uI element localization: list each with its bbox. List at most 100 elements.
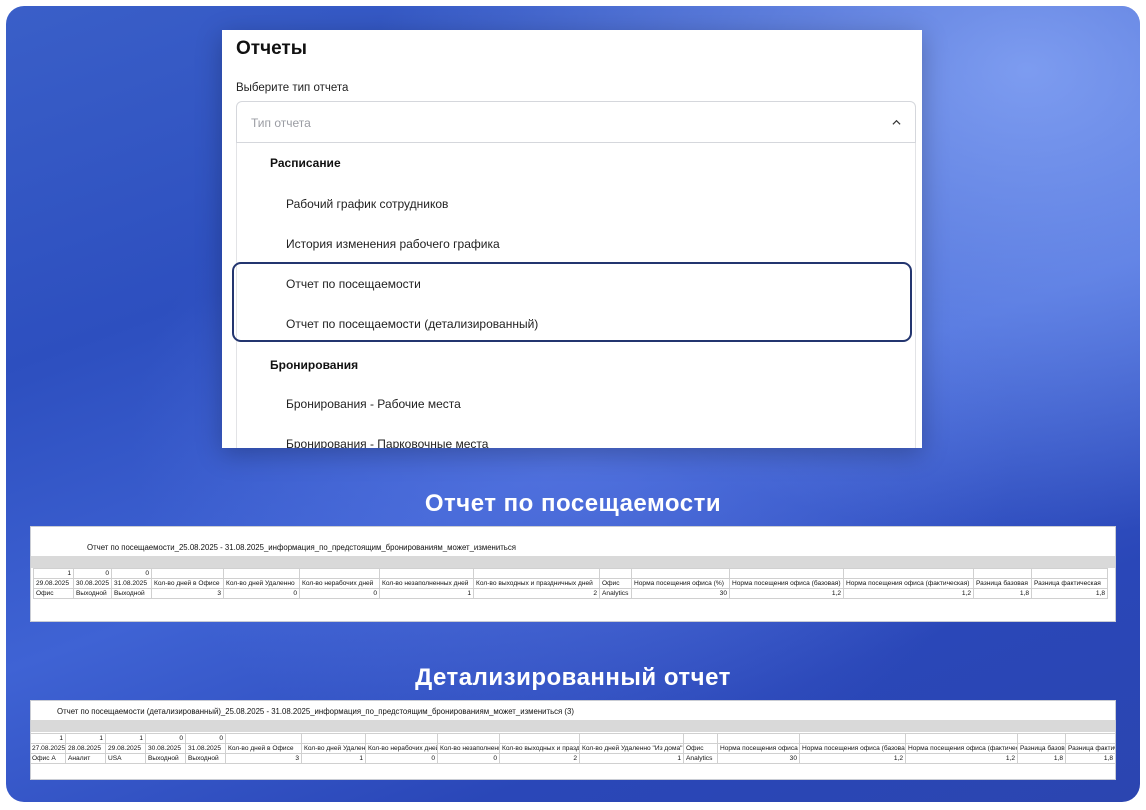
report-type-select[interactable]: Тип отчета — [236, 101, 916, 143]
option-schedule-history[interactable]: История изменения рабочего графика — [286, 237, 500, 251]
table-cell: 1 — [65, 733, 106, 744]
table-cell: 30 — [717, 753, 800, 764]
table-header-cell: Норма посещения офиса (фактическая) — [843, 578, 974, 589]
table-cell: 0 — [365, 753, 438, 764]
detailed-table: 1 1 1 0 0 27.08.2025 28.08.2025 29.08.20… — [31, 733, 1115, 764]
table-cell: 2 — [473, 588, 600, 599]
table-header-cell: Норма посещения офиса (базовая) — [729, 578, 844, 589]
table-header-cell: Кол-во дней в Офисе — [225, 743, 302, 754]
table-cell — [225, 733, 302, 744]
table-cell: 30 — [631, 588, 730, 599]
table-cell: 1 — [379, 588, 474, 599]
table-cell: 1,8 — [1017, 753, 1066, 764]
table-cell: 1,8 — [1065, 753, 1115, 764]
attendance-sheet: Отчет по посещаемости_25.08.2025 - 31.08… — [30, 526, 1116, 622]
table-row: Офис Выходной Выходной 3 0 0 1 2 Analyti… — [33, 588, 1108, 599]
table-header-cell: Кол-во незаполненных дней — [379, 578, 474, 589]
table-cell — [499, 733, 580, 744]
table-header-cell: 30.08.2025 — [145, 743, 186, 754]
table-cell — [973, 568, 1032, 579]
reports-panel: Отчеты Выберите тип отчета Тип отчета Ра… — [222, 30, 922, 448]
attendance-heading: Отчет по посещаемости — [424, 490, 722, 517]
table-header-cell: Кол-во выходных и праздничных дней — [499, 743, 580, 754]
table-header-cell: Разница базовая — [973, 578, 1032, 589]
table-cell — [1017, 733, 1066, 744]
table-header-cell: Норма посещения офиса (фактическая) — [905, 743, 1018, 754]
table-cell: 1,8 — [973, 588, 1032, 599]
select-placeholder: Тип отчета — [251, 116, 311, 130]
table-header-cell: Разница фактическая — [1031, 578, 1108, 589]
table-header-cell: Офис — [599, 578, 632, 589]
attendance-options-highlight — [232, 262, 912, 342]
table-cell: 1,2 — [729, 588, 844, 599]
table-header-cell: Кол-во незаполненных дней — [437, 743, 500, 754]
table-header-cell: Разница фактическая — [1065, 743, 1115, 754]
table-header-cell: Кол-во выходных и праздничных дней — [473, 578, 600, 589]
table-header-cell: Норма посещения офиса (базовая) — [799, 743, 906, 754]
table-cell: 1,2 — [843, 588, 974, 599]
table-header-cell: 27.08.2025 — [31, 743, 66, 754]
table-row: 1 0 0 — [33, 568, 1108, 579]
table-header-cell: 31.08.2025 — [185, 743, 226, 754]
table-cell — [473, 568, 600, 579]
sheet-header-band — [31, 720, 1115, 732]
table-cell — [437, 733, 500, 744]
table-cell — [631, 568, 730, 579]
table-cell: Аналит — [65, 753, 106, 764]
table-cell: 1 — [301, 753, 366, 764]
table-cell: 2 — [499, 753, 580, 764]
table-cell: 1,2 — [799, 753, 906, 764]
table-cell — [299, 568, 380, 579]
table-cell — [365, 733, 438, 744]
table-cell: Офис — [33, 588, 74, 599]
table-cell: 1 — [33, 568, 74, 579]
table-cell — [301, 733, 366, 744]
page-title: Отчеты — [236, 38, 307, 59]
table-header-cell: 30.08.2025 — [73, 578, 112, 589]
table-header-cell: 28.08.2025 — [65, 743, 106, 754]
table-cell: 3 — [151, 588, 224, 599]
group-label-bookings: Бронирования — [270, 358, 359, 372]
sheet-title: Отчет по посещаемости (детализированный)… — [57, 707, 574, 716]
table-cell — [683, 733, 718, 744]
table-header-cell: Кол-во нерабочих дней — [299, 578, 380, 589]
table-header-cell: Разница базовая — [1017, 743, 1066, 754]
table-cell: USA — [105, 753, 146, 764]
table-cell — [905, 733, 1018, 744]
table-cell — [799, 733, 906, 744]
table-header-cell: Норма посещения офиса (%) — [631, 578, 730, 589]
table-header-cell: Кол-во дней Удаленно — [301, 743, 366, 754]
report-type-label: Выберите тип отчета — [236, 82, 349, 94]
table-cell — [729, 568, 844, 579]
table-header-cell: Офис — [683, 743, 718, 754]
table-cell: Выходной — [185, 753, 226, 764]
table-cell: 1,8 — [1031, 588, 1108, 599]
table-cell: 0 — [185, 733, 226, 744]
table-cell: 0 — [111, 568, 152, 579]
table-cell: Analytics — [683, 753, 718, 764]
table-header-cell: 31.08.2025 — [111, 578, 152, 589]
table-header-row: 27.08.2025 28.08.2025 29.08.2025 30.08.2… — [31, 743, 1115, 754]
table-cell: Выходной — [73, 588, 112, 599]
option-bookings-workplaces[interactable]: Бронирования - Рабочие места — [286, 397, 461, 411]
table-cell — [379, 568, 474, 579]
table-header-cell: Кол-во дней Удаленно — [223, 578, 300, 589]
chevron-up-icon[interactable] — [892, 118, 901, 127]
option-work-schedule[interactable]: Рабочий график сотрудников — [286, 197, 448, 211]
table-cell — [151, 568, 224, 579]
sheet-title: Отчет по посещаемости_25.08.2025 - 31.08… — [87, 543, 516, 552]
detailed-sheet: Отчет по посещаемости (детализированный)… — [30, 700, 1116, 780]
table-cell: 1 — [105, 733, 146, 744]
table-cell: 1,2 — [905, 753, 1018, 764]
table-cell — [1065, 733, 1115, 744]
table-header-cell: 29.08.2025 — [33, 578, 74, 589]
table-cell: 0 — [145, 733, 186, 744]
table-cell — [579, 733, 684, 744]
option-bookings-parking[interactable]: Бронирования - Парковочные места — [286, 437, 488, 448]
group-label-schedule: Расписание — [270, 156, 341, 170]
table-header-cell: 29.08.2025 — [105, 743, 146, 754]
table-row: 1 1 1 0 0 — [31, 733, 1115, 744]
table-header-cell: Норма посещения офиса (%) — [717, 743, 800, 754]
table-cell: 0 — [437, 753, 500, 764]
table-cell — [843, 568, 974, 579]
